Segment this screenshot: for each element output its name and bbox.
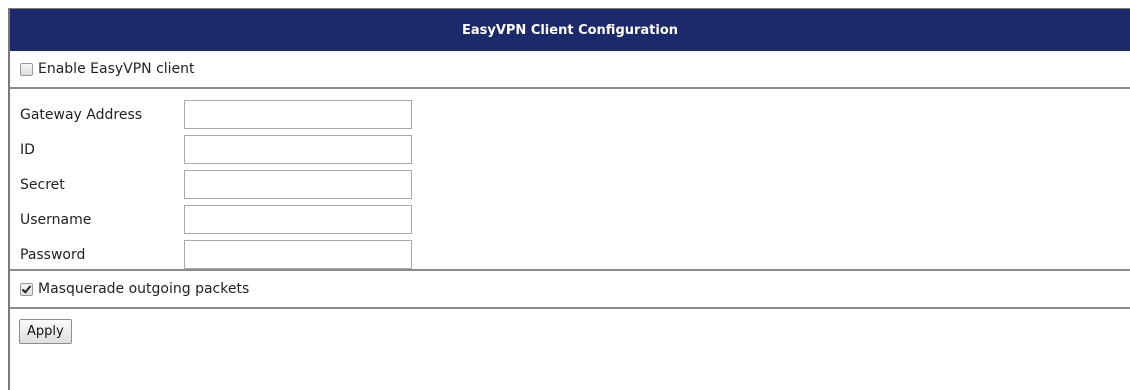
username-row: Username (20, 202, 1130, 237)
gateway-address-label: Gateway Address (20, 106, 143, 123)
gateway-address-input[interactable] (184, 100, 412, 129)
panel-title-bar: EasyVPN Client Configuration (10, 9, 1130, 51)
masquerade-label[interactable]: Masquerade outgoing packets (38, 281, 249, 297)
password-input[interactable] (184, 240, 412, 269)
masquerade-section: Masquerade outgoing packets (10, 271, 1130, 309)
password-row: Password (20, 237, 1130, 272)
enable-checkbox[interactable] (20, 62, 33, 76)
enable-section: Enable EasyVPN client (10, 51, 1130, 89)
panel-title: EasyVPN Client Configuration (461, 22, 679, 38)
secret-row: Secret (20, 167, 1130, 202)
id-row: ID (20, 132, 1130, 167)
password-label: Password (20, 246, 86, 263)
username-input[interactable] (184, 205, 412, 234)
gateway-address-row: Gateway Address (20, 97, 1130, 132)
secret-label: Secret (20, 176, 65, 193)
enable-label[interactable]: Enable EasyVPN client (38, 61, 195, 77)
apply-section: Apply (10, 309, 1130, 354)
username-label: Username (20, 211, 92, 228)
masquerade-checkbox[interactable] (20, 282, 33, 296)
id-label: ID (20, 141, 35, 158)
apply-button[interactable]: Apply (19, 319, 72, 344)
config-panel: EasyVPN Client Configuration Enable Easy… (8, 8, 1130, 390)
connection-fields: Gateway Address ID Secret Username Passw… (10, 89, 1130, 271)
secret-input[interactable] (184, 170, 412, 199)
id-input[interactable] (184, 135, 412, 164)
